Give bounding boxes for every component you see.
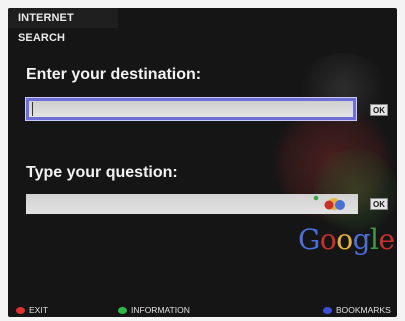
background-glow-green — [313, 148, 397, 233]
information-label: INFORMATION — [131, 305, 190, 315]
footer-bar: EXIT INFORMATION BOOKMARKS — [8, 303, 397, 317]
blue-button-icon — [323, 307, 332, 314]
logo-letter-1: G — [298, 223, 320, 256]
page-title: INTERNET SEARCH — [8, 8, 118, 44]
information-button[interactable]: INFORMATION — [118, 304, 190, 316]
tv-screen: INTERNET SEARCH Enter your destination: … — [8, 8, 397, 317]
text-caret — [32, 102, 33, 116]
colored-balls-icon — [313, 195, 345, 210]
red-button-icon — [16, 307, 25, 314]
destination-input[interactable] — [25, 97, 357, 121]
google-logo: Google — [298, 223, 395, 256]
exit-label: EXIT — [29, 305, 48, 315]
destination-ok-button[interactable]: OK — [370, 104, 388, 116]
question-ok-button[interactable]: OK — [370, 198, 388, 210]
green-button-icon — [118, 307, 127, 314]
logo-letter-5: l — [370, 223, 379, 256]
question-heading: Type your question: — [26, 164, 178, 181]
exit-button[interactable]: EXIT — [16, 304, 48, 316]
logo-letter-3: o — [336, 223, 353, 256]
bookmarks-label: BOOKMARKS — [336, 305, 391, 315]
logo-letter-4: g — [352, 223, 371, 256]
logo-letter-6: e — [378, 223, 396, 256]
bookmarks-button[interactable]: BOOKMARKS — [323, 304, 391, 316]
logo-letter-2: o — [319, 223, 337, 256]
destination-heading: Enter your destination: — [26, 66, 202, 83]
